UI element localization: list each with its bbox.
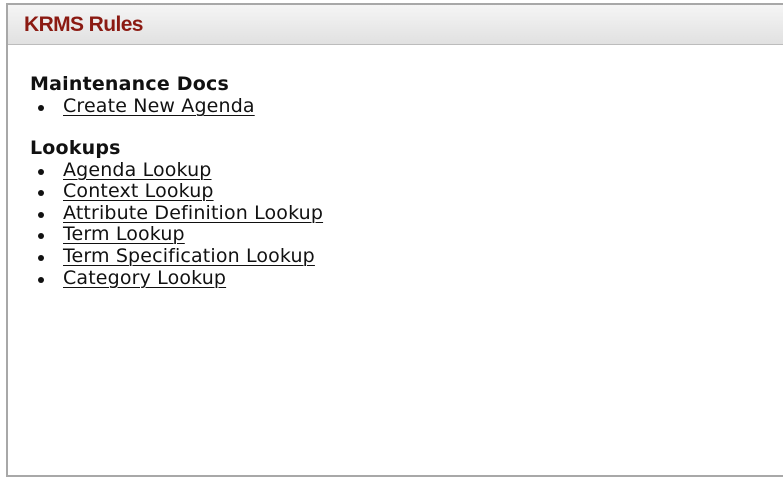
list-item: Create New Agenda [30, 95, 783, 118]
panel-header: KRMS Rules [8, 5, 783, 45]
list-item: Term Lookup [30, 224, 783, 246]
maintenance-docs-heading: Maintenance Docs [30, 73, 229, 95]
list-item: Category Lookup [30, 267, 783, 290]
term-specification-lookup-link[interactable]: Term Specification Lookup [63, 245, 315, 267]
lookups-heading: Lookups [30, 136, 121, 159]
create-new-agenda-link[interactable]: Create New Agenda [63, 95, 255, 117]
term-lookup-link[interactable]: Term Lookup [63, 223, 185, 246]
krms-rules-panel: KRMS Rules Maintenance Docs Create New A… [6, 3, 783, 477]
context-lookup-link[interactable]: Context Lookup [63, 180, 214, 202]
list-item: Term Specification Lookup [30, 245, 783, 268]
agenda-lookup-link[interactable]: Agenda Lookup [63, 159, 212, 181]
list-item: Attribute Definition Lookup [30, 202, 783, 225]
maintenance-docs-list: Create New Agenda [30, 95, 783, 118]
panel-title: KRMS Rules [24, 13, 143, 36]
list-item: Agenda Lookup [30, 159, 783, 182]
list-item: Context Lookup [30, 180, 783, 203]
panel-body: Maintenance Docs Create New Agenda Looku… [8, 45, 783, 289]
attribute-definition-lookup-link[interactable]: Attribute Definition Lookup [63, 202, 323, 224]
category-lookup-link[interactable]: Category Lookup [63, 267, 226, 289]
lookups-list: Agenda Lookup Context Lookup Attribute D… [30, 159, 783, 290]
